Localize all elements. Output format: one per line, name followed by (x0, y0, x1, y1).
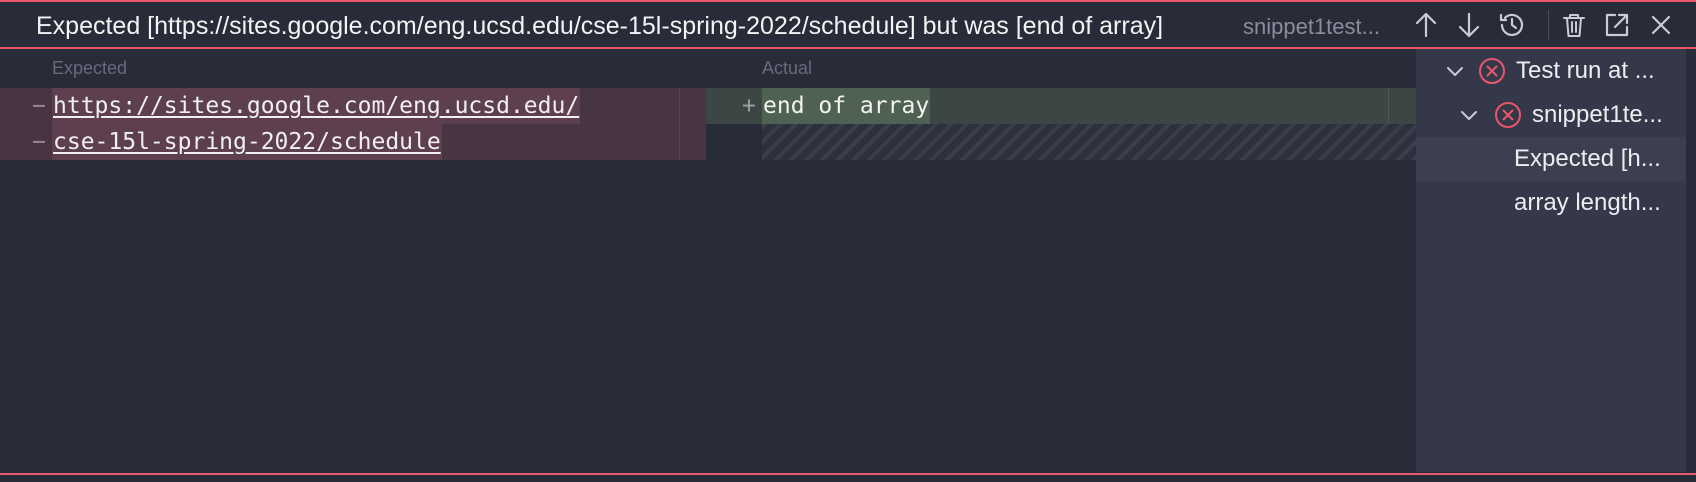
tree-item-test-run[interactable]: Test run at ... (1416, 49, 1686, 93)
tree-item-test-class[interactable]: snippet1te... (1416, 93, 1686, 137)
chevron-down-icon[interactable] (1444, 60, 1466, 82)
actual-pane-header: Actual (762, 58, 813, 78)
tree-item-failure-array-length[interactable]: array length... (1416, 181, 1686, 225)
diff-line-removed[interactable]: − https://sites.google.com/eng.ucsd.edu/ (0, 88, 706, 124)
tree-item-label: Test run at ... (1516, 57, 1655, 84)
removed-text: https://sites.google.com/eng.ucsd.edu/ (52, 88, 581, 124)
tree-item-label: array length... (1514, 189, 1661, 216)
tree-item-failure-expected[interactable]: Expected [h... (1416, 137, 1686, 181)
close-icon[interactable] (1646, 10, 1676, 40)
bottom-accent-line (0, 473, 1696, 475)
test-name-label: snippet1test... (1243, 14, 1380, 39)
removed-text: cse-15l-spring-2022/schedule (52, 124, 442, 160)
test-tree-panel: Test run at ... snippet1te... Expected [… (1416, 49, 1686, 472)
trash-icon[interactable] (1559, 10, 1589, 40)
expected-pane-header: Expected (52, 58, 128, 78)
removed-sign: − (32, 93, 46, 119)
toolbar-separator (1548, 10, 1549, 40)
empty-placeholder-region (762, 124, 1416, 160)
arrow-up-icon[interactable] (1411, 10, 1441, 40)
error-circle-icon (1478, 57, 1506, 85)
chevron-down-icon[interactable] (1458, 104, 1480, 126)
gutter-line (1388, 88, 1389, 124)
history-icon[interactable] (1497, 10, 1527, 40)
tree-item-label: Expected [h... (1514, 145, 1661, 172)
test-result-titlebar: Expected [https://sites.google.com/eng.u… (0, 0, 1696, 49)
error-circle-icon (1494, 101, 1522, 129)
tree-item-label: snippet1te... (1532, 101, 1663, 128)
open-external-icon[interactable] (1602, 10, 1632, 40)
diff-line-removed[interactable]: − cse-15l-spring-2022/schedule (0, 124, 706, 160)
arrow-down-icon[interactable] (1454, 10, 1484, 40)
added-sign: + (742, 93, 756, 119)
error-message-title: Expected [https://sites.google.com/eng.u… (36, 12, 1164, 40)
added-text: end of array (762, 88, 931, 124)
removed-sign: − (32, 129, 46, 155)
